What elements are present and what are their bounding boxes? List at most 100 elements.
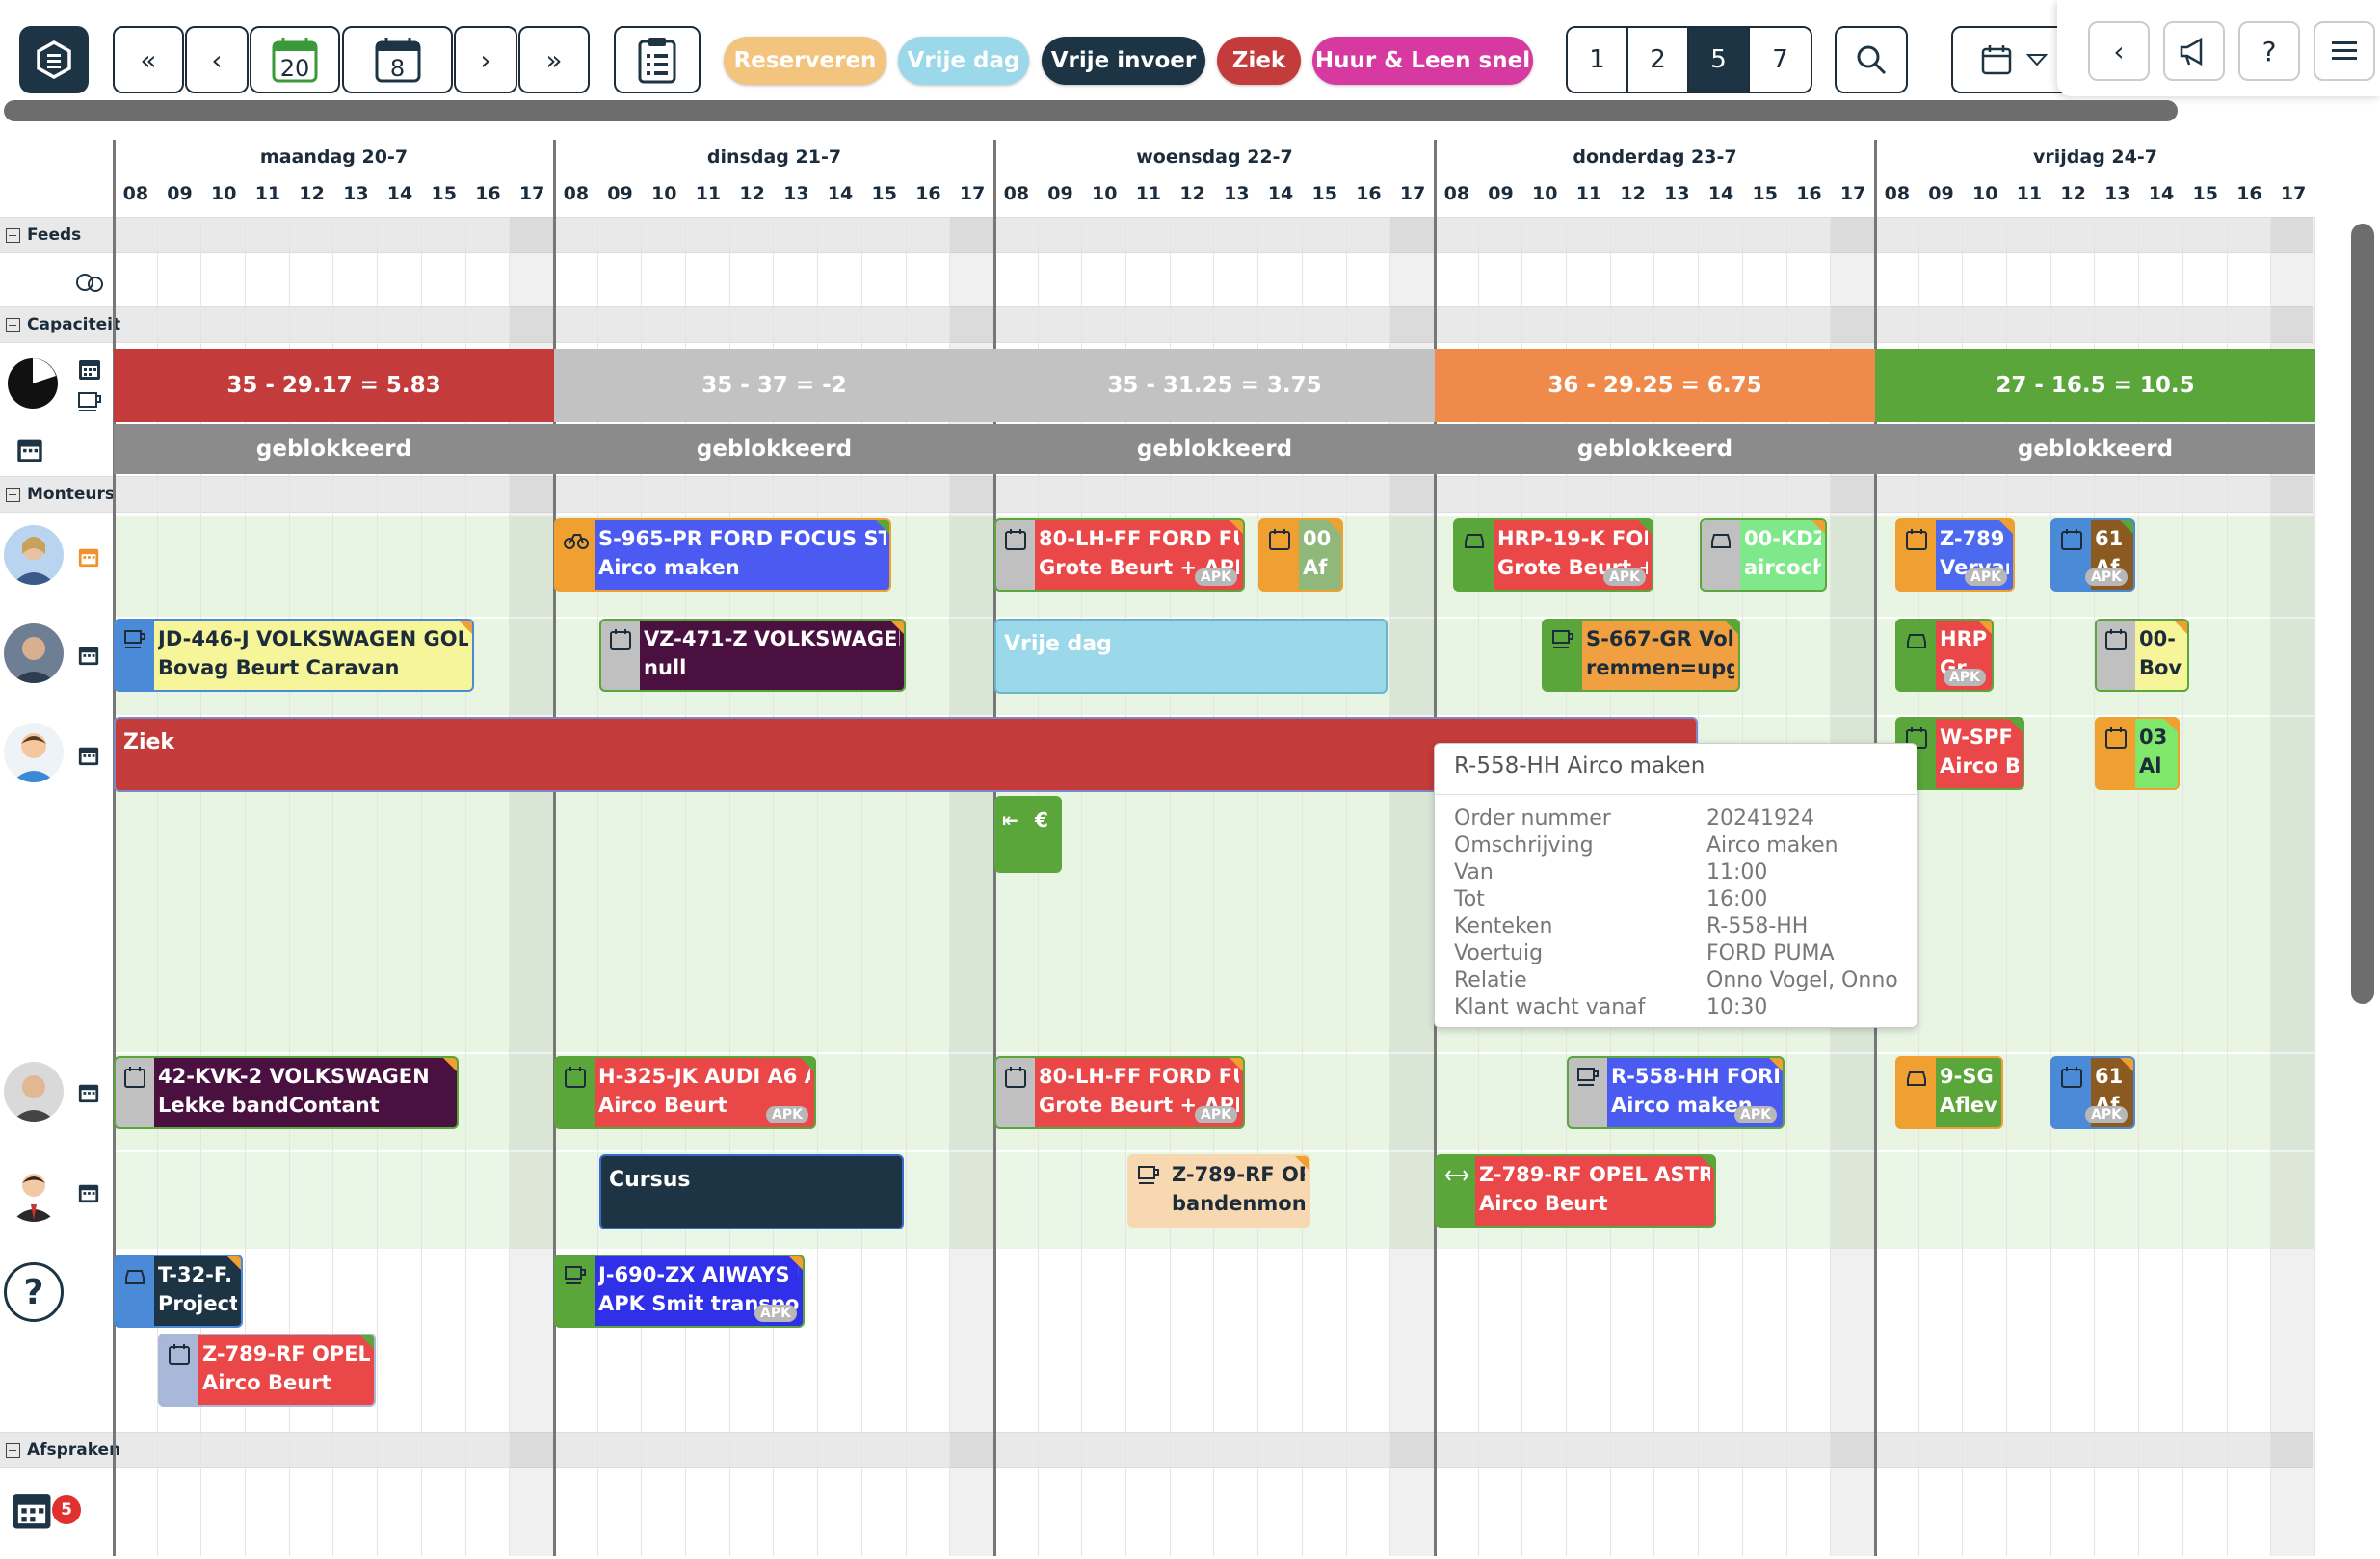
avatar-monteur-2[interactable]	[4, 623, 64, 683]
hour-label: 17	[518, 183, 545, 204]
ziek-button[interactable]: Ziek	[1217, 37, 1301, 85]
avatar-monteur-5[interactable]	[4, 1162, 64, 1222]
event-card[interactable]: S-965-PR FORD FOCUS ST-LINE Airco maken	[554, 518, 891, 592]
hour-label: 10	[1532, 183, 1558, 204]
event-card[interactable]: 03 Al	[2095, 717, 2180, 790]
event-card[interactable]: S-667-GR Volkswagen remmen=upgrade	[1542, 619, 1740, 692]
prev-button[interactable]: ‹	[185, 26, 249, 93]
vrije-dag-button[interactable]: Vrije dag	[898, 37, 1029, 85]
apk-badge: APK	[1195, 1106, 1237, 1123]
apk-badge: APK	[1965, 568, 2007, 586]
tooltip-key: Tot	[1454, 887, 1485, 912]
days-1-option[interactable]: 1	[1568, 28, 1629, 92]
day-header-fri: vrijdag 24-7	[2033, 146, 2157, 168]
calendar-icon[interactable]	[15, 436, 44, 464]
reserveren-button[interactable]: Reserveren	[724, 37, 886, 85]
calendar-icon[interactable]	[77, 644, 100, 667]
capacity-wed: 35 - 31.25 = 3.75	[994, 349, 1435, 422]
blocked-wed: geblokkeerd	[994, 424, 1435, 474]
announcements-button[interactable]	[2163, 21, 2225, 81]
help-button[interactable]: ?	[2238, 21, 2300, 81]
calendar-icon[interactable]	[10, 1488, 54, 1532]
first-page-button[interactable]: «	[113, 26, 184, 93]
small-event-card[interactable]: ⇤ €	[994, 796, 1062, 873]
day-count-selector: 1 2 5 7	[1566, 26, 1812, 93]
collapse-icon[interactable]	[6, 228, 20, 243]
vrije-invoer-button[interactable]: Vrije invoer	[1042, 37, 1205, 85]
avatar-monteur-3[interactable]	[4, 723, 64, 782]
event-card[interactable]: HRP Gr APK	[1895, 619, 1994, 692]
card-description: Airco Beurt	[202, 1371, 331, 1394]
avatar-monteur-1[interactable]	[4, 525, 64, 585]
tooltip-value: R-558-HH	[1706, 914, 1809, 938]
menu-button[interactable]	[2314, 21, 2375, 81]
event-card[interactable]: JD-446-J VOLKSWAGEN GOLF Bovag Beurt Cara…	[114, 619, 474, 692]
event-card[interactable]: T-32-F. Project	[114, 1255, 243, 1328]
card-corner-flag	[1229, 520, 1243, 535]
days-5-option[interactable]: 5	[1689, 28, 1751, 92]
event-card[interactable]: 80-LH-FF FORD FUSIONGrote Beurt + APKAPK	[994, 1056, 1245, 1129]
event-card[interactable]: Z-789-RF OPEL bandenmontage	[1127, 1154, 1310, 1228]
coffee-icon[interactable]	[77, 389, 102, 414]
vertical-scrollbar[interactable]	[2351, 224, 2374, 1004]
clipboard-button[interactable]	[614, 26, 701, 93]
search-button[interactable]	[1835, 26, 1908, 93]
card-corner-flag	[1724, 621, 1738, 635]
car-icon	[123, 1264, 146, 1287]
card-title: S-667-GR Volkswagen	[1586, 627, 1734, 650]
blocked-tue: geblokkeerd	[554, 424, 994, 474]
event-card[interactable]: R-558-HH FORD Airco maken APK	[1567, 1056, 1785, 1129]
last-page-button[interactable]: »	[518, 26, 590, 93]
today-button[interactable]: 20	[250, 26, 340, 93]
collapse-button[interactable]: ‹	[2088, 21, 2150, 81]
avatar-unassigned[interactable]: ?	[4, 1262, 64, 1322]
tooltip-value: 11:00	[1706, 860, 1768, 885]
feed-bubbles-icon[interactable]	[75, 273, 104, 298]
next-button[interactable]: ›	[454, 26, 517, 93]
event-card[interactable]: 00-KDZ aircocheck	[1700, 518, 1827, 592]
apk-badge: APK	[766, 1106, 808, 1123]
event-card[interactable]: 00- Bov	[2095, 619, 2189, 692]
event-card[interactable]: Z-789-RF OPEL ASTRA Airco Beurt	[1435, 1154, 1716, 1228]
collapse-icon[interactable]	[6, 488, 20, 502]
calendar-icon[interactable]	[77, 357, 102, 382]
event-card[interactable]: HRP-19-K FORDGrote Beurt + APKAPK	[1453, 518, 1653, 592]
calendar-icon[interactable]	[77, 1181, 100, 1204]
event-card[interactable]: Z-789-RF OPEL Airco Beurt	[158, 1334, 376, 1407]
huur-leen-button[interactable]: Huur & Leen snel	[1312, 37, 1533, 85]
vrije-dag-event[interactable]: Vrije dag	[994, 619, 1388, 694]
double-chevron-right-icon: »	[545, 43, 563, 76]
capacity-pie-icon	[8, 358, 58, 409]
calendar-icon	[1004, 528, 1027, 551]
horizontal-scrollbar[interactable]	[4, 100, 2178, 121]
card-description: Bov	[2139, 656, 2182, 679]
event-card[interactable]: 61 Af APK	[2050, 1056, 2135, 1129]
event-card[interactable]: 00 Af	[1258, 518, 1343, 592]
card-title: 42-KVK-2 VOLKSWAGEN	[158, 1065, 430, 1088]
tooltip-row: Van 11:00	[1454, 860, 1907, 885]
collapse-icon[interactable]	[6, 318, 20, 332]
event-card[interactable]: 61 Af APK	[2050, 518, 2135, 592]
card-corner-flag	[2008, 719, 2023, 733]
collapse-icon[interactable]	[6, 1443, 20, 1458]
event-card[interactable]: 9-SG Aflev	[1895, 1056, 2003, 1129]
event-card[interactable]: 42-KVK-2 VOLKSWAGEN Lekke bandContant	[114, 1056, 459, 1129]
days-2-option[interactable]: 2	[1628, 28, 1690, 92]
event-card[interactable]: J-690-ZX AIWAYS U5APK Smit transportAPK	[554, 1255, 805, 1328]
calendar-icon	[2060, 1066, 2083, 1089]
event-card[interactable]: VZ-471-Z VOLKSWAGEN null	[599, 619, 906, 692]
calendar-icon[interactable]	[77, 1081, 100, 1104]
avatar-monteur-4[interactable]	[4, 1062, 64, 1122]
calendar-icon[interactable]	[77, 545, 100, 568]
apk-badge: APK	[1603, 568, 1646, 586]
event-card[interactable]: Z-789VervangenAPK	[1895, 518, 2015, 592]
days-7-option[interactable]: 7	[1750, 28, 1811, 92]
event-card[interactable]: H-325-JK AUDI A6 AVANTAirco BeurtAPK	[554, 1056, 816, 1129]
calendar-icon[interactable]	[77, 744, 100, 767]
app-logo[interactable]	[19, 26, 89, 93]
week-button[interactable]: 8	[342, 26, 453, 93]
event-card[interactable]: 80-LH-FF FORD FUSIONGrote Beurt + APKAPK	[994, 518, 1245, 592]
card-corner-flag	[359, 1335, 374, 1350]
cursus-event[interactable]: Cursus	[599, 1154, 904, 1229]
bicycle-icon	[564, 528, 589, 551]
